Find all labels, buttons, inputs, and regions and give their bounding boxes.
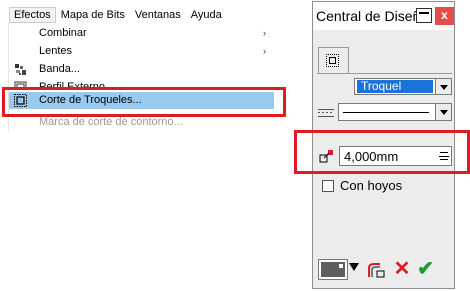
type-select-value: Troquel [357, 80, 433, 93]
die-cut-icon [326, 54, 339, 67]
menu-item-lentes[interactable]: Lentes › [9, 43, 274, 60]
color-button[interactable] [318, 259, 348, 280]
chevron-down-icon[interactable] [349, 263, 359, 271]
holes-checkbox[interactable] [322, 180, 334, 192]
menu-bar: Efectos Mapa de Bits Ventanas Ayuda [9, 7, 271, 23]
panel-titlebar[interactable]: Central de Diseño x [313, 2, 454, 30]
menu-item-combinar[interactable]: Combinar › [9, 25, 274, 42]
submenu-arrow-icon: › [263, 28, 266, 38]
menu-item-label: Banda... [39, 63, 80, 75]
options-icon[interactable] [366, 261, 386, 279]
highlight-box-panel [294, 130, 470, 174]
line-style-select[interactable] [338, 103, 452, 121]
apply-icon[interactable]: ✔ [415, 259, 436, 280]
menu-ayuda[interactable]: Ayuda [186, 7, 227, 23]
tab-divider [317, 73, 452, 74]
tab-die-cut[interactable] [318, 47, 349, 74]
color-swatch [321, 262, 345, 277]
submenu-arrow-icon: › [263, 46, 266, 56]
menu-item-label: Combinar [39, 27, 87, 39]
blend-icon [14, 63, 27, 76]
line-style-icon [318, 107, 334, 119]
delete-icon[interactable]: ✕ [392, 259, 412, 280]
holes-label: Con hoyos [340, 178, 403, 193]
line-preview [343, 112, 429, 113]
type-select[interactable]: Troquel [354, 78, 452, 95]
chevron-down-icon[interactable] [435, 104, 451, 120]
action-bar: ✕ ✔ [318, 259, 450, 281]
menu-ventanas[interactable]: Ventanas [130, 7, 186, 23]
menu-efectos[interactable]: Efectos [9, 7, 56, 23]
highlight-box-menu [2, 87, 286, 117]
menu-item-banda[interactable]: Banda... [9, 61, 274, 78]
menu-mapa-de-bits[interactable]: Mapa de Bits [56, 7, 130, 23]
chevron-down-icon[interactable] [435, 79, 451, 94]
panel-title: Central de Diseño [316, 8, 429, 24]
close-button[interactable]: x [435, 7, 454, 25]
menu-item-label: Lentes [39, 45, 73, 57]
minimize-button[interactable] [416, 8, 432, 23]
